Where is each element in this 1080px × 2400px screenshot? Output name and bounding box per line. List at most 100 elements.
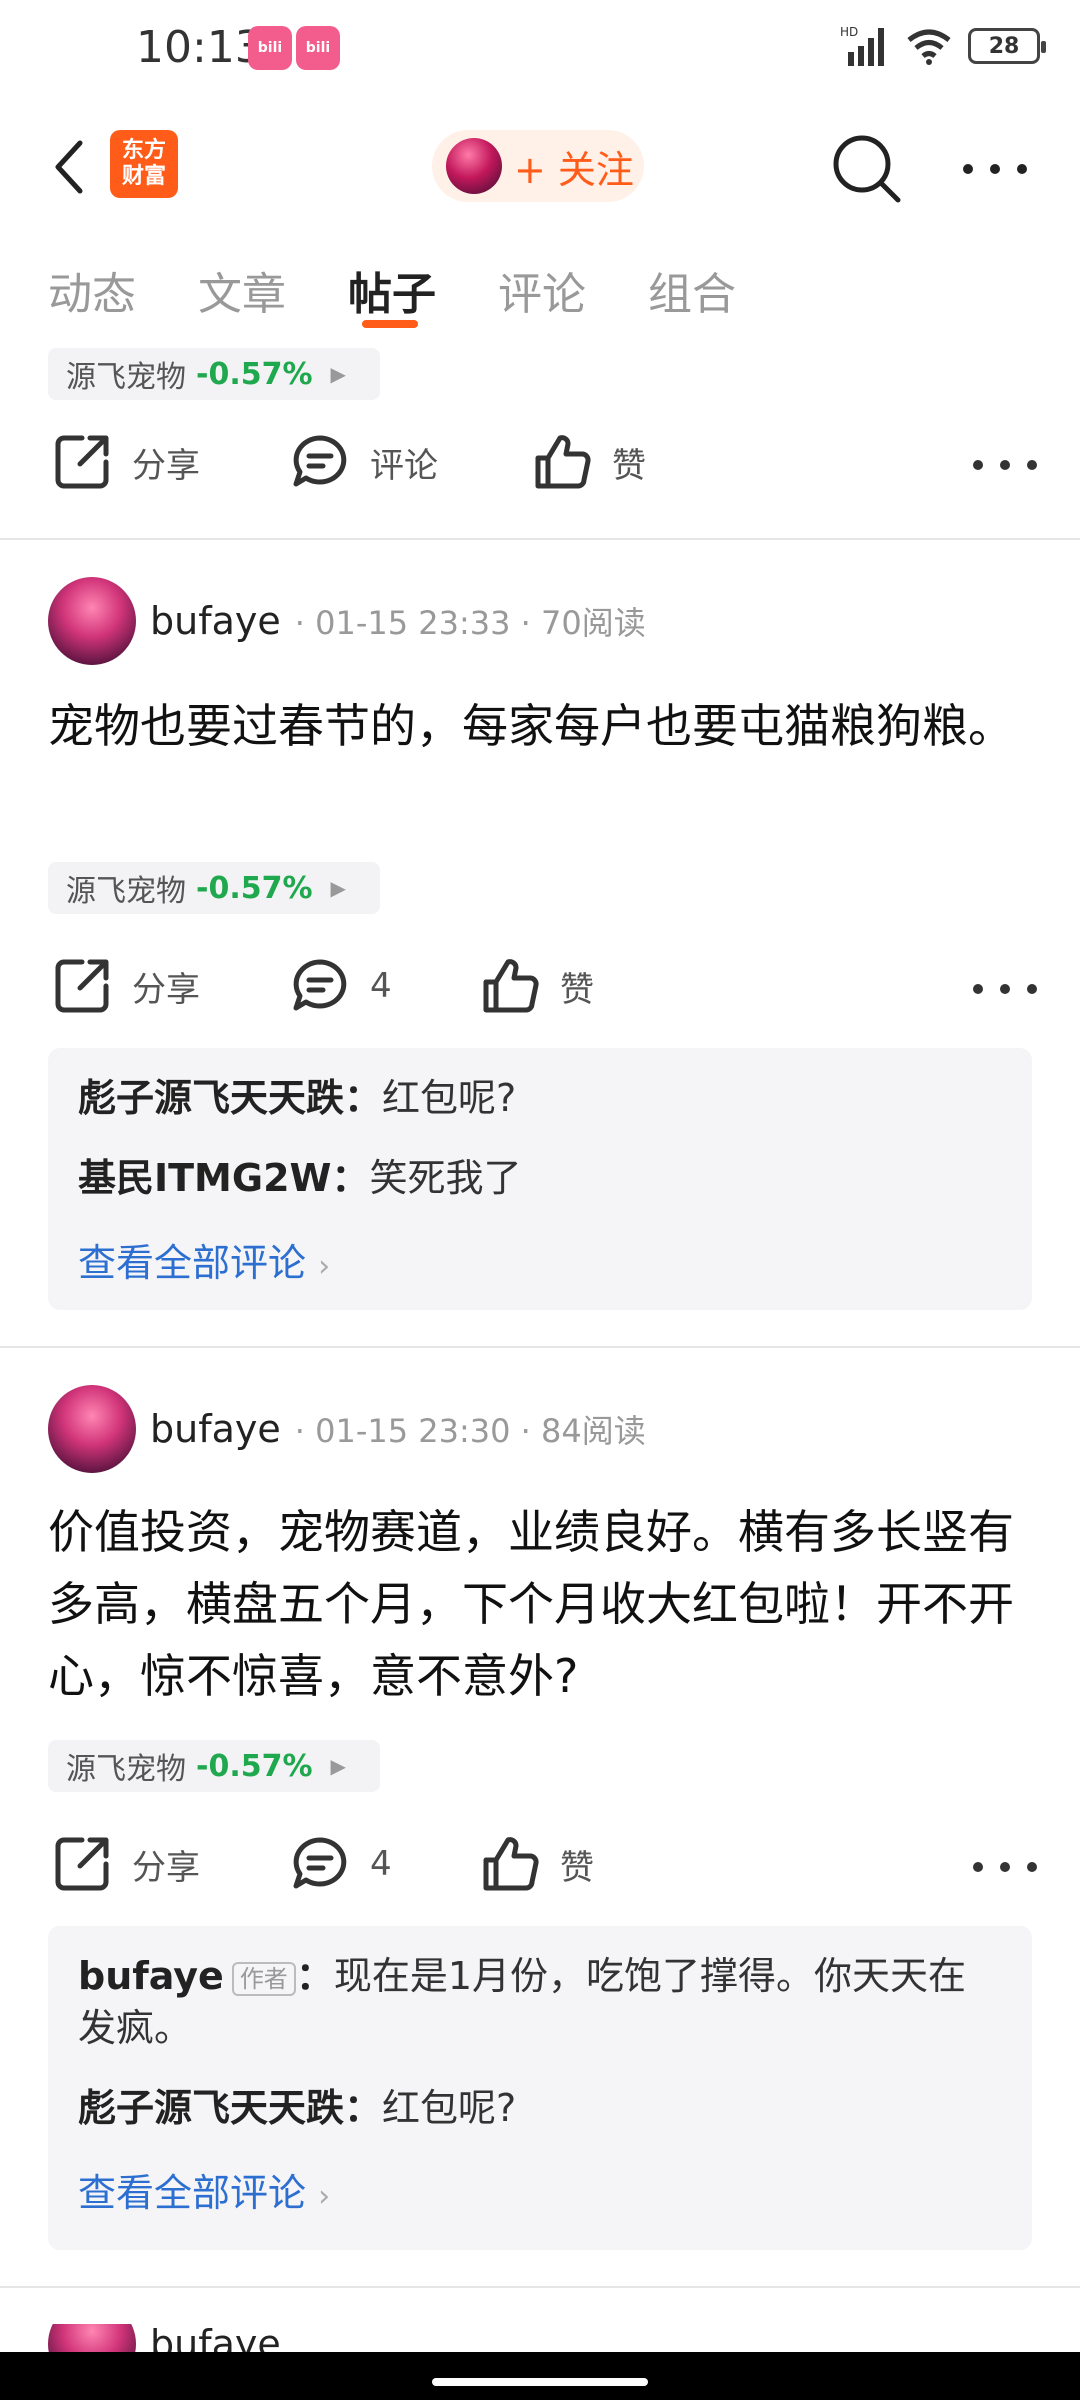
tab-articles[interactable]: 文章 <box>198 258 286 322</box>
view-all-label: 查看全部评论 <box>78 1241 307 1285</box>
tab-posts[interactable]: 帖子 <box>348 258 436 322</box>
play-arrow-icon: ▶ <box>330 1754 346 1778</box>
comment-icon <box>293 435 347 487</box>
thumbs-up-icon <box>483 1837 539 1891</box>
like-button[interactable]: 赞 <box>480 956 594 1016</box>
avatar[interactable] <box>48 577 136 665</box>
comment-text: 红包呢? <box>382 1076 517 1120</box>
comment-label: 评论 <box>370 445 438 486</box>
post-actions: 分享 评论 赞 <box>0 432 1080 512</box>
chevron-right-icon: › <box>318 1249 331 1284</box>
chevron-right-icon: › <box>318 2179 331 2214</box>
chevron-left-icon <box>55 140 83 194</box>
battery-indicator: 28 <box>968 28 1046 64</box>
stock-tag[interactable]: 源飞宠物 -0.57% ▶ <box>48 1740 380 1792</box>
stock-change: -0.57% <box>196 870 313 906</box>
comment-item[interactable]: bufaye 作者 ：现在是1月份，吃饱了撑得。你天天在发疯。 <box>78 1950 1002 2054</box>
stock-tag[interactable]: 源飞宠物 -0.57% ▶ <box>48 348 380 400</box>
comment-item[interactable]: 彪子源飞天天跌：红包呢? <box>78 2082 1002 2134</box>
comment-item[interactable]: 基民ITMG2W：笑死我了 <box>78 1152 1002 1204</box>
bilibili-notification-icon: bili <box>248 26 292 70</box>
play-arrow-icon: ▶ <box>330 362 346 386</box>
stock-change: -0.57% <box>196 1748 313 1784</box>
share-icon <box>55 435 109 489</box>
comment-button[interactable]: 4 <box>290 1834 392 1894</box>
comment-icon <box>293 959 347 1011</box>
comment-text: 红包呢? <box>382 2086 517 2130</box>
comment-separator: ： <box>295 1954 334 1998</box>
comment-button[interactable]: 4 <box>290 956 392 1016</box>
follow-label: + 关注 <box>514 147 634 192</box>
like-label: 赞 <box>560 969 594 1010</box>
post-header: bufaye · 01-15 23:30 · 84阅读 <box>48 1384 646 1474</box>
post-content[interactable]: 价值投资，宠物赛道，业绩良好。横有多长竖有多高，横盘五个月，下个月收大红包啦！开… <box>48 1496 1038 1712</box>
comment-icon <box>293 1837 347 1889</box>
avatar <box>446 138 502 194</box>
view-all-label: 查看全部评论 <box>78 2171 307 2215</box>
post-actions: 分享 4 赞 <box>0 956 1080 1036</box>
navigation-gesture-bar <box>0 2352 1080 2400</box>
follow-button[interactable]: + 关注 <box>432 130 644 202</box>
comment-separator: ： <box>331 1156 370 1200</box>
author-badge: 作者 <box>231 1961 296 1996</box>
like-button[interactable]: 赞 <box>532 432 646 492</box>
comment-preview: 彪子源飞天天跌：红包呢? 基民ITMG2W：笑死我了 查看全部评论 › <box>48 1048 1032 1310</box>
stock-name: 源飞宠物 <box>66 874 186 909</box>
share-label: 分享 <box>132 969 200 1010</box>
profile-tabs: 动态 文章 帖子 评论 组合 <box>0 250 1080 340</box>
share-button[interactable]: 分享 <box>52 432 200 492</box>
post-more-icon[interactable] <box>970 450 1040 480</box>
share-label: 分享 <box>132 445 200 486</box>
thumbs-up-icon <box>483 959 539 1013</box>
status-bar: 10:13 bili bili HD 28 <box>0 0 1080 100</box>
tab-portfolio[interactable]: 组合 <box>648 258 736 322</box>
more-icon[interactable] <box>960 154 1030 184</box>
comment-preview: bufaye 作者 ：现在是1月份，吃饱了撑得。你天天在发疯。 彪子源飞天天跌：红包… <box>48 1926 1032 2250</box>
comment-user: 彪子源飞天天跌 <box>78 1076 345 1120</box>
comment-item[interactable]: 彪子源飞天天跌：红包呢? <box>78 1072 1002 1124</box>
view-all-comments-link[interactable]: 查看全部评论 › <box>78 2162 1002 2217</box>
stock-name: 源飞宠物 <box>66 360 186 395</box>
share-icon <box>55 1837 109 1891</box>
stock-tag[interactable]: 源飞宠物 -0.57% ▶ <box>48 862 380 914</box>
status-time: 10:13 <box>136 22 263 73</box>
like-label: 赞 <box>560 1847 594 1888</box>
eastmoney-logo: 东方 财富 <box>110 130 178 198</box>
post-divider <box>0 2286 1080 2288</box>
tab-comments[interactable]: 评论 <box>498 258 586 322</box>
like-label: 赞 <box>612 445 646 486</box>
author-name[interactable]: bufaye <box>150 1407 281 1451</box>
wifi-icon <box>907 29 951 65</box>
share-button[interactable]: 分享 <box>52 956 200 1016</box>
avatar[interactable] <box>48 1385 136 1473</box>
post-more-icon[interactable] <box>970 974 1040 1004</box>
stock-name: 源飞宠物 <box>66 1752 186 1787</box>
comment-text: 笑死我了 <box>369 1156 522 1200</box>
svg-text:HD: HD <box>840 25 858 39</box>
comment-user: bufaye <box>78 1954 224 1998</box>
bilibili-notification-icon: bili <box>296 26 340 70</box>
search-icon[interactable] <box>828 130 904 206</box>
tab-dynamics[interactable]: 动态 <box>48 258 136 322</box>
post-more-icon[interactable] <box>970 1852 1040 1882</box>
home-indicator[interactable] <box>432 2378 648 2386</box>
back-button[interactable] <box>40 132 100 202</box>
like-button[interactable]: 赞 <box>480 1834 594 1894</box>
comment-button[interactable]: 评论 <box>290 432 438 492</box>
post-actions: 分享 4 赞 <box>0 1834 1080 1914</box>
thumbs-up-icon <box>535 435 591 489</box>
comment-separator: ： <box>344 1076 383 1120</box>
post-header: bufaye · 01-15 23:33 · 70阅读 <box>48 576 646 666</box>
view-all-comments-link[interactable]: 查看全部评论 › <box>78 1232 1002 1287</box>
stock-change: -0.57% <box>196 356 313 392</box>
post-divider <box>0 538 1080 540</box>
comment-count: 4 <box>370 966 392 1006</box>
post-content[interactable]: 宠物也要过春节的，每家每户也要屯猫粮狗粮。 <box>48 690 1038 762</box>
comment-user: 彪子源飞天天跌 <box>78 2086 345 2130</box>
share-button[interactable]: 分享 <box>52 1834 200 1894</box>
post-meta: · 01-15 23:33 · 70阅读 <box>294 604 646 642</box>
post-meta: · 01-15 23:30 · 84阅读 <box>294 1412 646 1450</box>
author-name[interactable]: bufaye <box>150 599 281 643</box>
comment-count: 4 <box>370 1844 392 1884</box>
active-tab-indicator <box>362 320 418 328</box>
